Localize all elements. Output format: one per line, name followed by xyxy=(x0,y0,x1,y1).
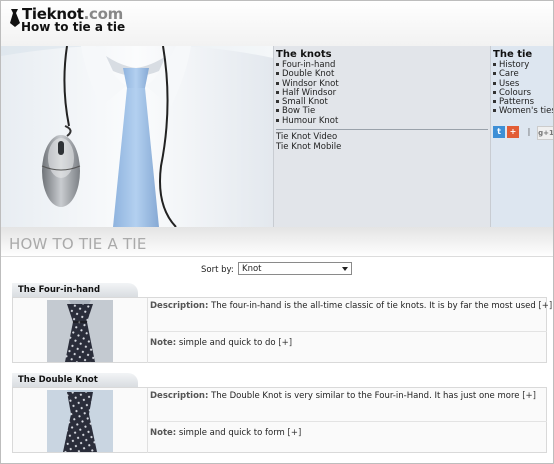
sort-select[interactable]: Knot xyxy=(238,262,352,275)
knot-title[interactable]: The Double Knot xyxy=(18,375,98,385)
menu-divider xyxy=(276,129,488,131)
description-more-link[interactable]: [+] xyxy=(522,391,536,401)
site-header: Tieknot.com How to tie a tie xyxy=(1,1,553,46)
site-subtitle: How to tie a tie xyxy=(21,20,126,34)
menu-item-humour-knot[interactable]: Humour Knot xyxy=(276,116,490,126)
chevron-down-icon xyxy=(342,267,348,271)
knot-note: Note: simple and quick to do [+] xyxy=(150,338,293,348)
menu-item-womens-ties[interactable]: Women's ties xyxy=(493,107,553,116)
knot-tab: The Double Knot xyxy=(12,373,138,387)
tie-logo-icon xyxy=(10,9,20,27)
knot-tab: The Four-in-hand xyxy=(12,283,138,297)
knot-body: Description: The four-in-hand is the all… xyxy=(12,297,552,363)
plus-share-icon[interactable]: + xyxy=(507,126,519,138)
knots-menu-panel: The knots Four-in-hand Double Knot Winds… xyxy=(273,46,490,227)
heading-rule xyxy=(1,256,553,257)
tie-menu-title: The tie xyxy=(493,49,533,60)
note-cell: Note: simple and quick to do [+] xyxy=(147,331,547,363)
knot-title[interactable]: The Four-in-hand xyxy=(18,285,100,295)
tie-knot-mobile-link[interactable]: Tie Knot Mobile xyxy=(274,142,490,153)
man-with-tie-mouse-illustration xyxy=(1,46,273,227)
description-cell: Description: The four-in-hand is the all… xyxy=(147,298,552,331)
knots-menu-title: The knots xyxy=(276,49,332,60)
social-separator: | xyxy=(527,127,531,136)
description-cell: Description: The Double Knot is very sim… xyxy=(147,388,547,421)
page-title: HOW TO TIE A TIE xyxy=(9,235,147,253)
note-more-link[interactable]: [+] xyxy=(288,428,302,438)
knot-photo[interactable] xyxy=(47,390,113,452)
description-more-link[interactable]: [+] xyxy=(538,301,552,311)
hero-image xyxy=(1,46,273,227)
browser-viewport: Tieknot.com How to tie a tie The knots F… xyxy=(0,0,554,464)
note-cell: Note: simple and quick to form [+] xyxy=(147,421,547,453)
knot-description: Description: The four-in-hand is the all… xyxy=(150,301,553,311)
sort-selected-value: Knot xyxy=(242,264,262,274)
twitter-icon[interactable]: t xyxy=(493,126,505,138)
note-more-link[interactable]: [+] xyxy=(278,338,292,348)
sort-label: Sort by: xyxy=(201,265,234,275)
knot-photo[interactable] xyxy=(47,300,113,362)
tie-menu-panel: The tie History Care Uses Colours Patter… xyxy=(490,46,553,227)
knot-body: Description: The Double Knot is very sim… xyxy=(12,387,547,453)
knot-description: Description: The Double Knot is very sim… xyxy=(150,391,536,401)
knot-note: Note: simple and quick to form [+] xyxy=(150,428,302,438)
google-plus-one-button[interactable]: g+1 xyxy=(537,126,553,140)
